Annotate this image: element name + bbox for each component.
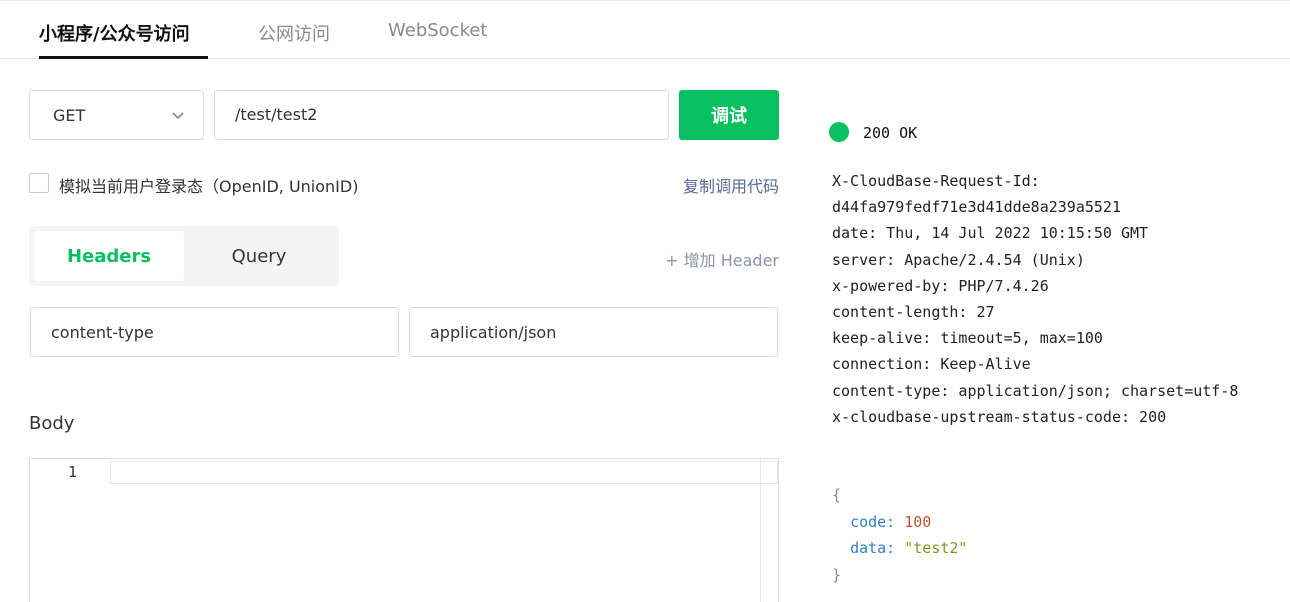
response-header-line: keep-alive: timeout=5, max=100 xyxy=(832,329,1103,348)
tab-bar: 小程序/公众号访问 公网访问 WebSocket xyxy=(0,0,1290,59)
add-header-button[interactable]: + 增加 Header xyxy=(665,247,779,271)
response-body: { code: 100 data: "test2" } xyxy=(832,482,967,588)
response-header-line: d44fa979fedf71e3d41dde8a239a5521 xyxy=(832,198,1121,217)
json-value-data: "test2" xyxy=(904,539,968,557)
response-header-line: x-powered-by: PHP/7.4.26 xyxy=(832,276,1049,295)
json-line-code: code: 100 xyxy=(832,509,967,536)
editor-active-line[interactable] xyxy=(110,461,778,484)
active-tab-indicator xyxy=(39,56,208,59)
debug-button[interactable]: 调试 xyxy=(679,90,779,140)
method-value: GET xyxy=(53,106,86,125)
header-value-field[interactable]: application/json xyxy=(409,307,778,357)
header-key-value: content-type xyxy=(51,323,154,342)
copy-code-link[interactable]: 复制调用代码 xyxy=(683,173,779,197)
response-header-line: date: Thu, 14 Jul 2022 10:15:50 GMT xyxy=(832,224,1149,243)
tab-headers[interactable]: Headers xyxy=(34,231,184,281)
response-header-line: server: Apache/2.4.54 (Unix) xyxy=(832,250,1085,269)
editor-scrollbar[interactable] xyxy=(760,459,778,602)
response-status: 200 OK xyxy=(863,124,918,142)
header-key-field[interactable]: content-type xyxy=(30,307,399,357)
status-indicator-icon xyxy=(829,122,849,142)
response-header-line: content-length: 27 xyxy=(832,303,995,322)
body-label: Body xyxy=(29,413,75,434)
editor-gutter: 1 xyxy=(30,459,110,602)
json-value-code: 100 xyxy=(904,512,932,531)
json-open-brace: { xyxy=(832,486,842,504)
tab-query[interactable]: Query xyxy=(184,231,334,281)
header-value-value: application/json xyxy=(430,323,557,342)
simulate-login-checkbox[interactable] xyxy=(29,173,49,193)
json-key-code: code: xyxy=(850,512,896,531)
json-key-data: data: xyxy=(850,539,896,557)
simulate-login-label: 模拟当前用户登录态（OpenID, UnionID) xyxy=(59,177,359,196)
response-header-line: x-cloudbase-upstream-status-code: 200 xyxy=(832,407,1167,426)
chevron-down-icon xyxy=(172,112,184,120)
json-line-data: data: "test2" xyxy=(832,535,967,562)
json-close-brace: } xyxy=(832,565,842,584)
response-header-line: X-CloudBase-Request-Id: xyxy=(832,172,1040,190)
body-editor[interactable]: 1 xyxy=(29,458,779,602)
response-header-line: connection: Keep-Alive xyxy=(832,355,1031,374)
response-headers: X-CloudBase-Request-Id: d44fa979fedf71e3… xyxy=(832,168,1272,430)
method-select[interactable]: GET xyxy=(29,90,204,140)
tab-miniprogram[interactable]: 小程序/公众号访问 xyxy=(39,20,190,46)
param-tabs: Headers Query xyxy=(29,226,339,286)
response-header-line: content-type: application/json; charset=… xyxy=(832,381,1239,400)
path-field[interactable] xyxy=(214,90,669,140)
tab-websocket[interactable]: WebSocket xyxy=(388,20,488,41)
path-input[interactable] xyxy=(235,105,655,124)
line-number: 1 xyxy=(68,463,78,481)
tab-public-network[interactable]: 公网访问 xyxy=(258,20,330,46)
